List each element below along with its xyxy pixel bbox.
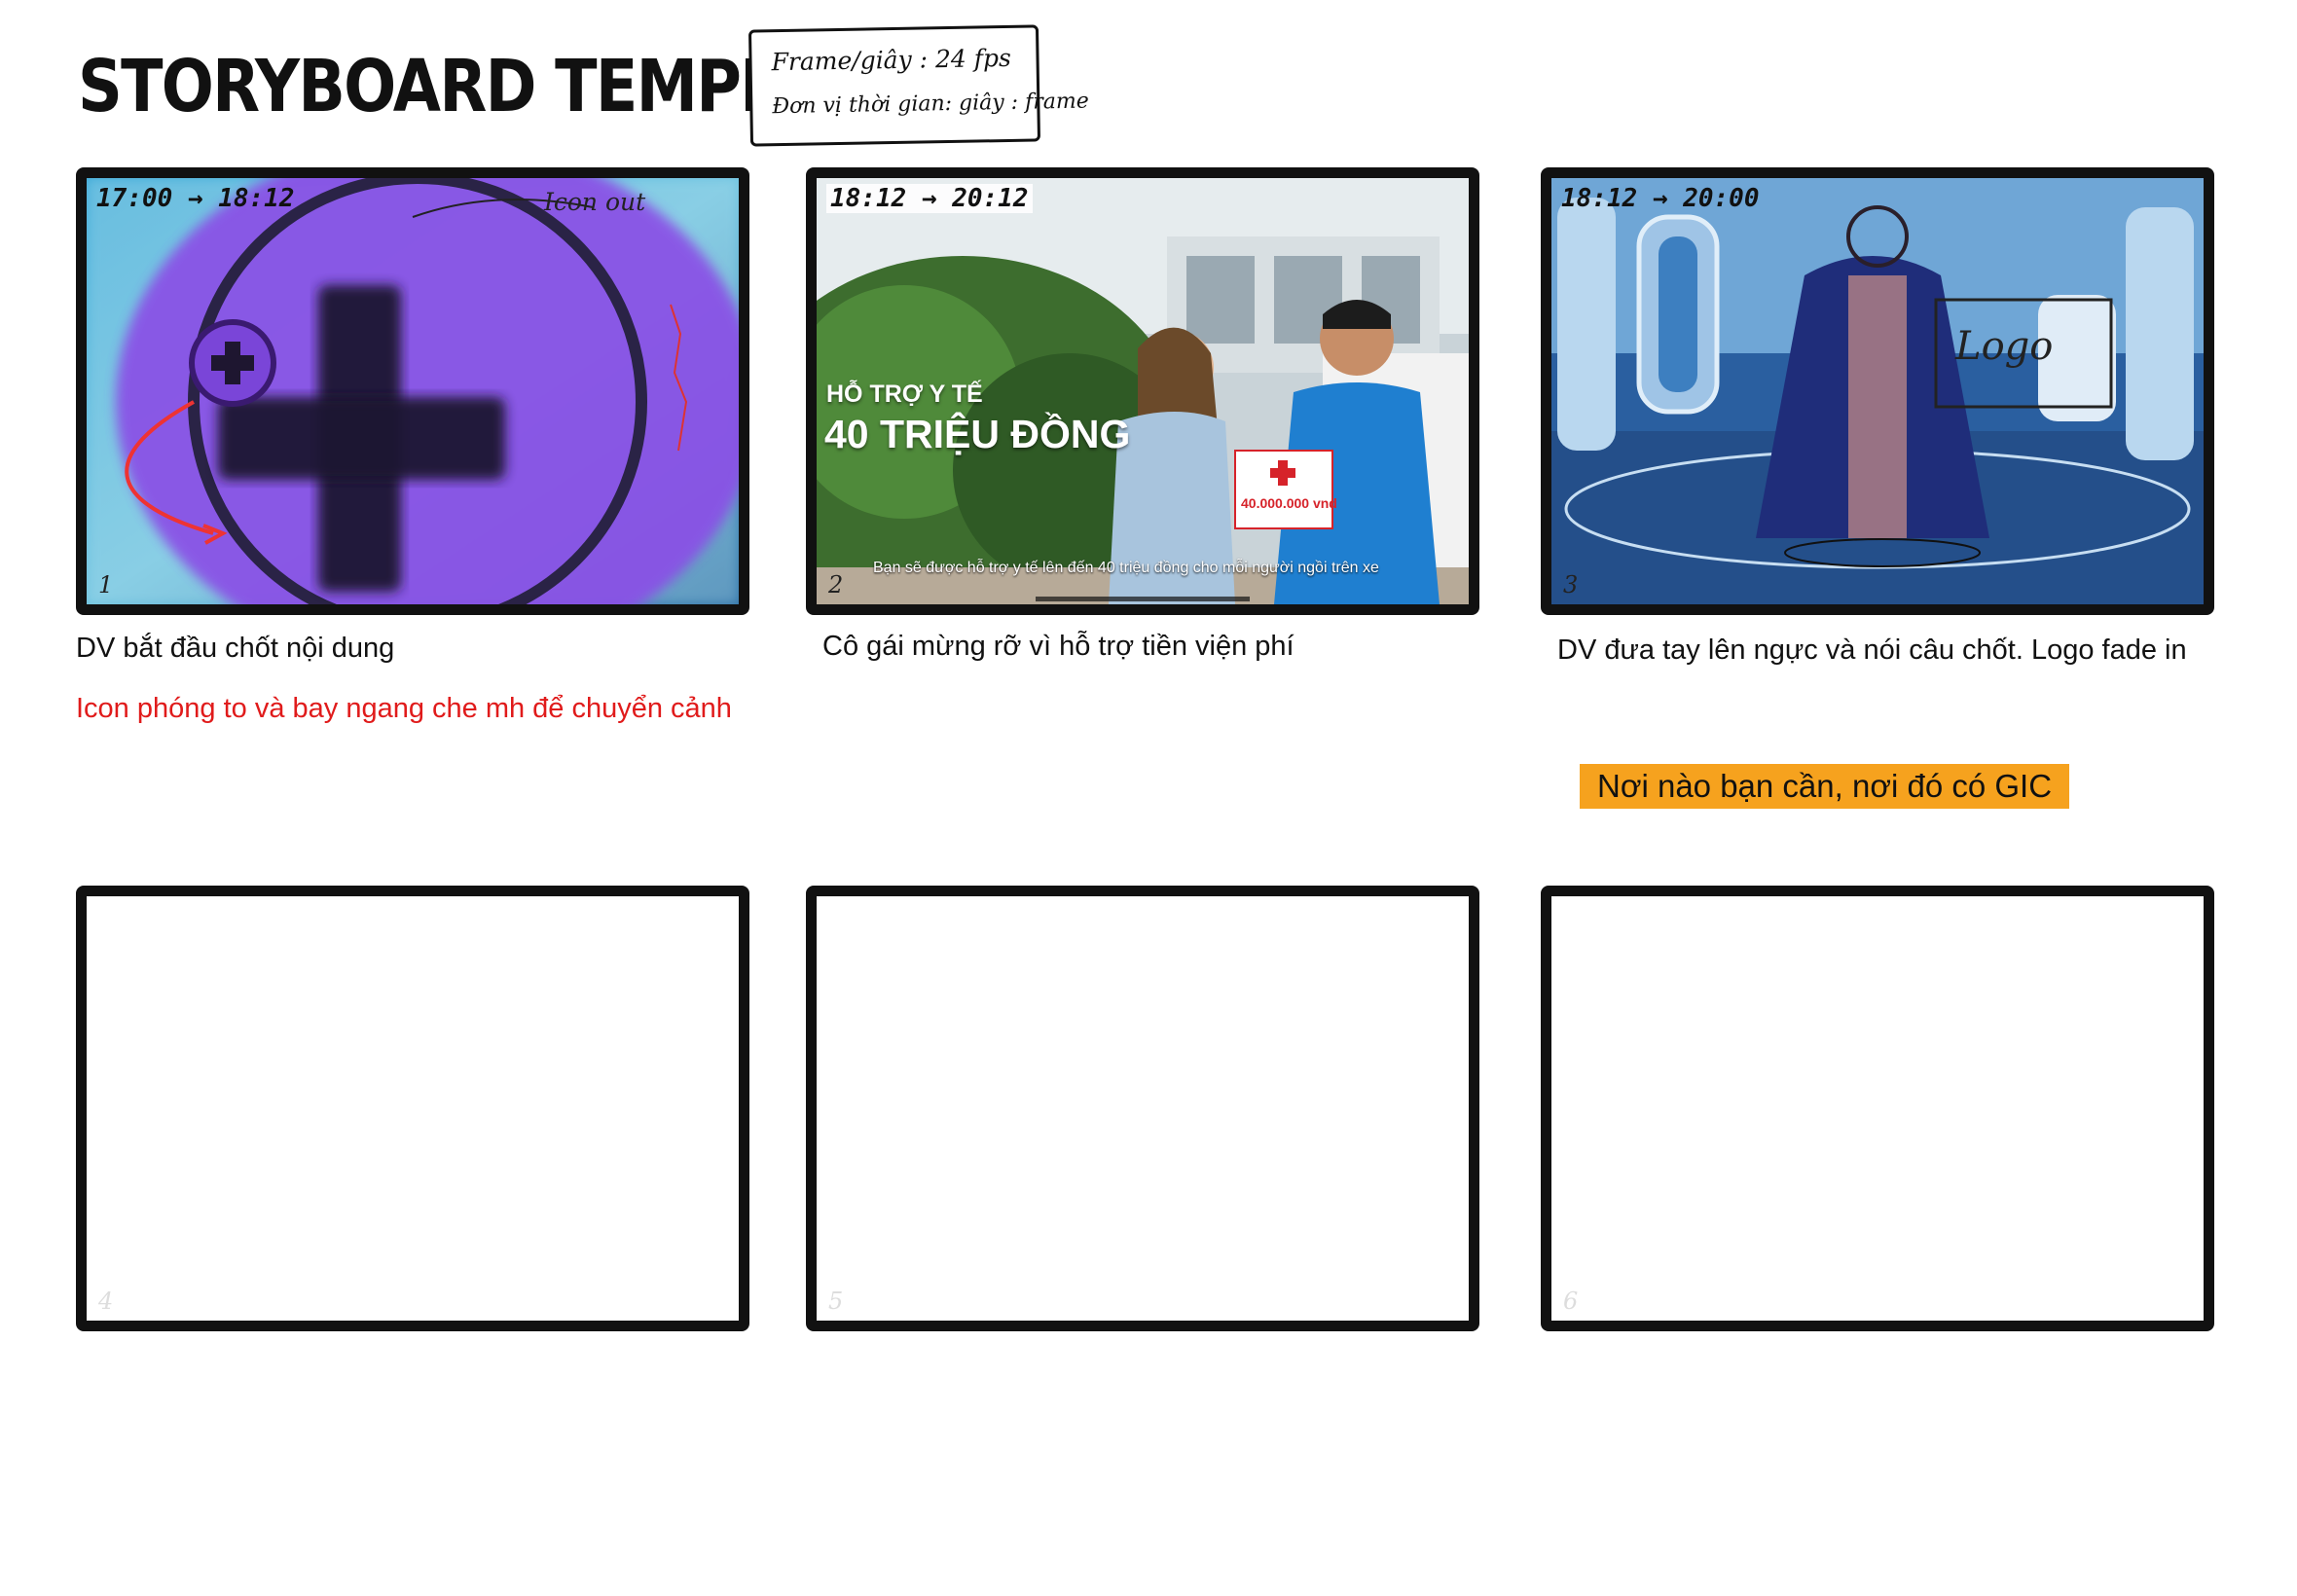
frame-1-transition-note: Icon phóng to và bay ngang che mh để chu… [76,693,732,724]
storyboard-frame-4[interactable]: 4 [76,886,749,1331]
overlay-line-2: 40 TRIỆU ĐỒNG [824,412,1131,456]
storyboard-frame-1[interactable]: 17:00 → 18:12 Icon out 1 [76,167,749,615]
frame-3-number: 3 [1563,571,1579,598]
frame-1-number: 1 [98,571,114,598]
frame-6-number: 6 [1563,1288,1579,1315]
logo-sketch: Logo [1955,324,2054,369]
frame-5-number: 5 [828,1288,844,1315]
storyboard-frame-2[interactable]: HỖ TRỢ Y TẾ 40 TRIỆU ĐỒNG 40.000.000 vnd… [806,167,1479,615]
frame-1-annotation: Icon out [544,188,646,216]
time-unit-note: Đơn vị thời gian: giây : frame [772,89,1089,120]
frame-3-scene [1551,178,2204,604]
fps-note: Frame/giây : 24 fps [771,43,1012,77]
frame-1-caption: DV bắt đầu chốt nội dung [76,633,395,664]
frame-2-number: 2 [828,571,844,598]
frame-4-number: 4 [98,1288,114,1315]
storyboard-frame-3[interactable]: Logo 18:12 → 20:00 3 [1541,167,2214,615]
frame-2-timecode: 18:12 → 20:12 [826,184,1033,213]
frame-3-caption: DV đưa tay lên ngực và nói câu chốt. Log… [1557,635,2187,666]
storyboard-frame-6[interactable]: 6 [1541,886,2214,1331]
storyboard-frame-5[interactable]: 5 [806,886,1479,1331]
sign-amount: 40.000.000 vnd [1241,495,1337,511]
slogan-highlight: Nơi nào bạn cần, nơi đó có GIC [1580,764,2070,809]
frame-3-timecode: 18:12 → 20:00 [1561,184,1760,213]
frame-2-caption: Cô gái mừng rỡ vì hỗ trợ tiền viện phí [822,631,1294,662]
overlay-line-1: HỖ TRỢ Y TẾ [826,381,983,408]
video-subtitle: Bạn sẽ được hỗ trợ y tế lên đến 40 triệu… [873,560,1379,576]
frame-1-timecode: 17:00 → 18:12 [96,184,295,213]
frame-1-scene [87,178,739,604]
fps-note-box: Frame/giây : 24 fps Đơn vị thời gian: gi… [747,24,1089,147]
